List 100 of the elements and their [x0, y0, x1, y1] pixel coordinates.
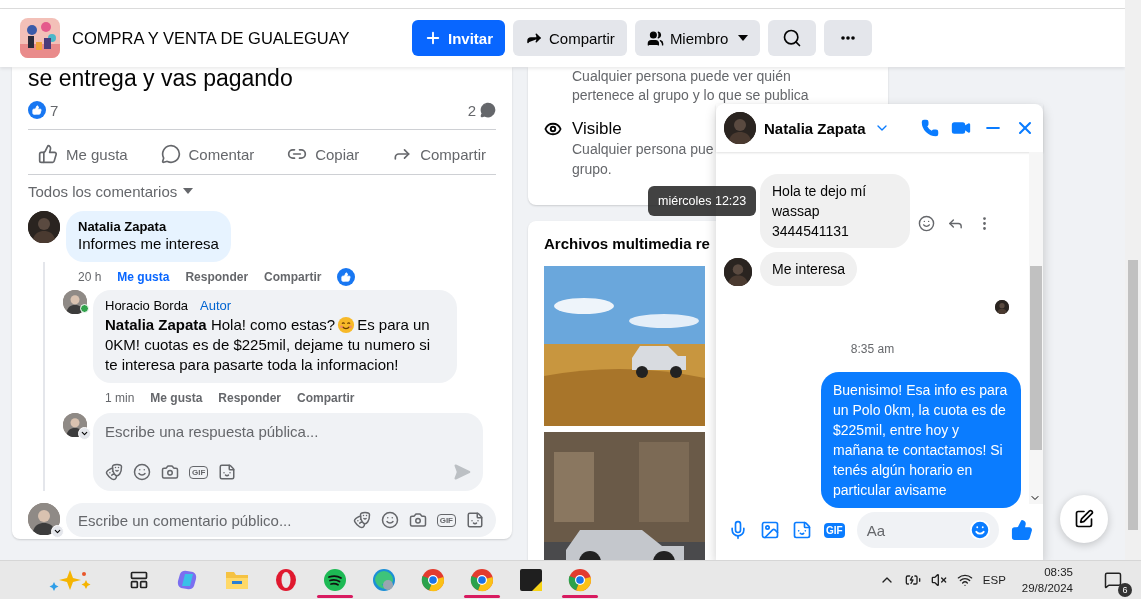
- message-input-field[interactable]: Aa: [856, 512, 999, 548]
- chrome-icon[interactable]: [568, 568, 592, 592]
- avatar-sticker-icon[interactable]: [352, 511, 371, 529]
- comment-author[interactable]: Natalia Zapata: [78, 219, 219, 234]
- invite-button[interactable]: Invitar: [412, 20, 505, 56]
- comment-icon: [480, 102, 496, 118]
- people-icon: [646, 29, 664, 47]
- plus-icon: [424, 29, 442, 47]
- avatar[interactable]: [724, 112, 756, 144]
- like-count[interactable]: 7: [50, 101, 59, 119]
- clock-date[interactable]: 29/8/2024: [1021, 580, 1073, 596]
- gif-button[interactable]: GIF: [436, 513, 456, 527]
- contact-name[interactable]: Natalia Zapata: [764, 119, 866, 137]
- search-button[interactable]: [768, 20, 817, 56]
- comment-input-field[interactable]: Escribe un comentario público... GIF: [66, 503, 496, 537]
- sticker-icon[interactable]: [792, 520, 812, 540]
- thumbs-up-icon: [38, 144, 58, 164]
- thumbs-up-icon[interactable]: [1011, 519, 1033, 541]
- message-time: 8:35 am: [849, 342, 896, 356]
- share-link[interactable]: Compartir: [264, 270, 322, 284]
- comment-text: Es para un: [357, 315, 430, 335]
- share-button[interactable]: Compartir: [392, 134, 486, 174]
- like-reaction-icon: [28, 101, 46, 119]
- eye-icon: [544, 120, 562, 138]
- clock-time[interactable]: 08:35: [1044, 564, 1073, 580]
- comment-time[interactable]: 20 h: [78, 270, 102, 284]
- privacy-description: Cualquier persona puede ver quién pertenece al grupo y lo que se publica: [572, 67, 810, 105]
- phone-icon[interactable]: [921, 119, 939, 137]
- battery-icon[interactable]: [904, 572, 921, 588]
- caret-icon: [738, 35, 749, 41]
- chrome-icon[interactable]: [470, 568, 494, 592]
- avatar[interactable]: [28, 503, 60, 535]
- share-link[interactable]: Compartir: [297, 391, 355, 405]
- sticker-icon[interactable]: [218, 463, 237, 481]
- language-indicator[interactable]: ESP: [982, 574, 1006, 586]
- message-bubble: Buenisimo! Esa info es para un Polo 0km, la cuota es de $225mil, entre hoy y mañana te contactamos! Si tenés algún horario en particular avisame: [821, 372, 1021, 508]
- chevron-icon[interactable]: [78, 427, 91, 440]
- chevron-icon[interactable]: [51, 525, 64, 538]
- wifi-icon[interactable]: [956, 572, 973, 588]
- search-icon: [782, 28, 803, 48]
- post-text: se entrega y vas pagando: [28, 64, 294, 93]
- notification-icon[interactable]: [1104, 571, 1122, 589]
- edge-icon[interactable]: [372, 568, 396, 592]
- scrollbar[interactable]: [1029, 152, 1043, 504]
- avatar[interactable]: [28, 211, 60, 243]
- more-button[interactable]: [824, 20, 873, 56]
- camera-icon[interactable]: [161, 463, 179, 481]
- emoji-icon[interactable]: [380, 511, 399, 529]
- share-button[interactable]: Compartir: [513, 20, 627, 56]
- new-message-button[interactable]: [1060, 495, 1108, 543]
- sticker-icon[interactable]: [466, 511, 484, 529]
- reply-input-field[interactable]: Escribe una respuesta pública... GIF: [93, 413, 483, 491]
- camera-icon[interactable]: [408, 511, 427, 529]
- timestamp-tooltip: miércoles 12:23: [648, 186, 757, 216]
- comment-button[interactable]: Comentar: [160, 134, 255, 174]
- copy-button[interactable]: Copiar: [287, 134, 360, 174]
- seen-avatar: [995, 300, 1009, 314]
- smiling-face-icon: [337, 316, 356, 334]
- spotify-icon[interactable]: [323, 568, 347, 592]
- comment-filter-dropdown[interactable]: Todos los comentarios: [28, 181, 496, 201]
- emoji-icon[interactable]: [918, 215, 935, 232]
- comment-text: Informes me interesa: [78, 234, 219, 254]
- speech-bubble-icon: [160, 144, 181, 164]
- visibility-description: Cualquier persona pue: [572, 140, 715, 159]
- author-label: Autor: [200, 298, 232, 313]
- avatar-sticker-icon[interactable]: [105, 463, 123, 481]
- pen-icon: [1074, 509, 1094, 529]
- like-link[interactable]: Me gusta: [117, 270, 170, 284]
- visibility-title: Visible: [572, 119, 622, 139]
- task-view-icon[interactable]: [129, 570, 149, 590]
- visibility-description: grupo.: [572, 160, 613, 179]
- emoji-icon[interactable]: [133, 463, 151, 481]
- opera-icon[interactable]: [274, 568, 298, 592]
- comment-text: Natalia Zapata Hola! como estas?: [105, 315, 336, 335]
- comment-text: 0KM! cuotas es de $225mil, dejame tu numero si te interesa para pasarte toda la informacion!: [105, 335, 432, 375]
- sticky-notes-icon[interactable]: [520, 569, 542, 591]
- reply-link[interactable]: Responder: [218, 391, 282, 405]
- notification-count: 6: [1118, 583, 1132, 597]
- comment-author[interactable]: Horacio Borda: [105, 298, 189, 313]
- like-link[interactable]: Me gusta: [150, 391, 203, 405]
- caret-icon: [183, 188, 194, 194]
- gif-button[interactable]: GIF: [824, 522, 845, 538]
- folder-icon[interactable]: [225, 569, 249, 591]
- message-bubble: Me interesa: [760, 252, 858, 286]
- chrome-icon[interactable]: [421, 568, 445, 592]
- group-name[interactable]: COMPRA Y VENTA DE GUALEGUAY: [72, 28, 412, 48]
- microphone-icon[interactable]: [728, 520, 748, 540]
- reply-link[interactable]: Responder: [185, 270, 249, 284]
- muted-speaker-icon[interactable]: [930, 572, 947, 588]
- avatar[interactable]: [63, 290, 87, 314]
- like-button[interactable]: Me gusta: [38, 134, 128, 174]
- members-dropdown[interactable]: Miembro: [634, 20, 761, 56]
- scrollbar[interactable]: [1125, 0, 1141, 560]
- more-icon: [841, 36, 856, 40]
- comment-count[interactable]: 2: [467, 101, 476, 119]
- image-icon[interactable]: [760, 520, 780, 540]
- gif-button[interactable]: GIF: [189, 465, 209, 479]
- message-bubble: Hola te dejo mí wassap 3444541131: [760, 174, 910, 248]
- avatar[interactable]: [63, 413, 87, 437]
- comment-time[interactable]: 1 min: [105, 391, 135, 405]
